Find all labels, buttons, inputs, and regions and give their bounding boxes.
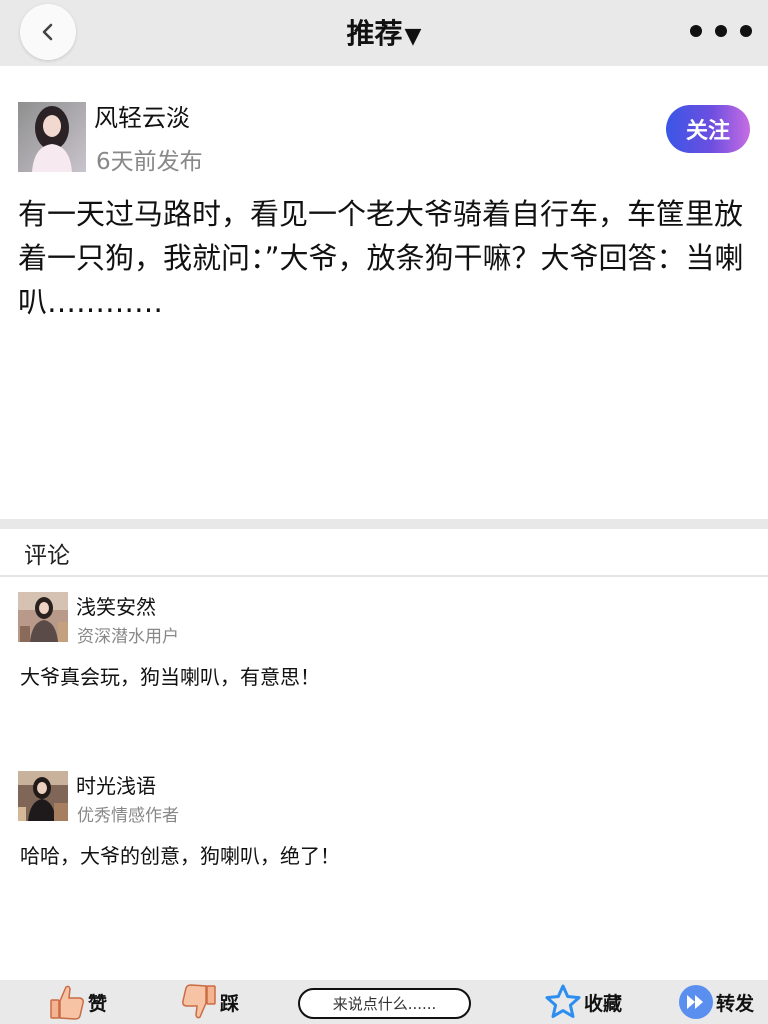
more-dot-icon <box>715 25 727 37</box>
thumbs-up-icon <box>50 985 84 1020</box>
comment-text: 哈哈，大爷的创意，狗喇叭，绝了！ <box>20 844 340 868</box>
favorite-button[interactable]: 收藏 <box>544 980 622 1024</box>
favorite-label: 收藏 <box>584 992 623 1015</box>
commenter-title: 资深潜水用户 <box>77 627 179 647</box>
feed-selector[interactable]: 推荐▼ <box>0 12 768 52</box>
share-label: 转发 <box>716 992 755 1015</box>
commenter-name[interactable]: 时光浅语 <box>76 770 156 799</box>
dislike-button[interactable]: 踩 <box>180 980 239 1024</box>
dropdown-caret-icon: ▼ <box>404 24 422 49</box>
bottom-action-bar: 赞 踩 来说点什么...... 收藏 转发 <box>0 980 768 1024</box>
post-content: 有一天过马路时，看见一个老大爷骑着自行车，车筐里放着一只狗，我就问：”大爷，放条… <box>18 197 744 319</box>
comment-text: 大爷真会玩，狗当喇叭，有意思！ <box>20 665 320 689</box>
commenter-avatar[interactable] <box>18 771 68 821</box>
follow-button[interactable]: 关注 <box>666 105 750 153</box>
commenter-name[interactable]: 浅笑安然 <box>76 591 156 620</box>
post-detail-page: 推荐▼ 风轻云淡 6天前发布 关注 有一天过马路时，看见一个老大爷骑着自行车，车… <box>0 0 768 1024</box>
commenter-avatar[interactable] <box>18 592 68 642</box>
like-label: 赞 <box>88 992 108 1015</box>
author-avatar[interactable] <box>18 102 86 172</box>
share-button[interactable]: 转发 <box>678 980 754 1024</box>
page-title: 推荐 <box>346 17 403 50</box>
comments-heading: 评论 <box>24 543 70 569</box>
like-button[interactable]: 赞 <box>48 980 107 1024</box>
dislike-label: 踩 <box>220 992 240 1015</box>
more-options-button[interactable] <box>690 18 752 44</box>
post-time: 6天前发布 <box>96 149 203 175</box>
forward-icon <box>679 985 713 1019</box>
commenter-title: 优秀情感作者 <box>77 806 179 826</box>
star-icon <box>545 984 581 1018</box>
more-dot-icon <box>690 25 702 37</box>
comment-input[interactable]: 来说点什么...... <box>298 988 471 1019</box>
top-nav-bar: 推荐▼ <box>0 0 768 66</box>
comments-divider <box>0 575 768 577</box>
section-divider <box>0 519 768 529</box>
author-name[interactable]: 风轻云淡 <box>94 98 190 133</box>
thumbs-down-icon <box>182 984 216 1019</box>
more-dot-icon <box>740 25 752 37</box>
